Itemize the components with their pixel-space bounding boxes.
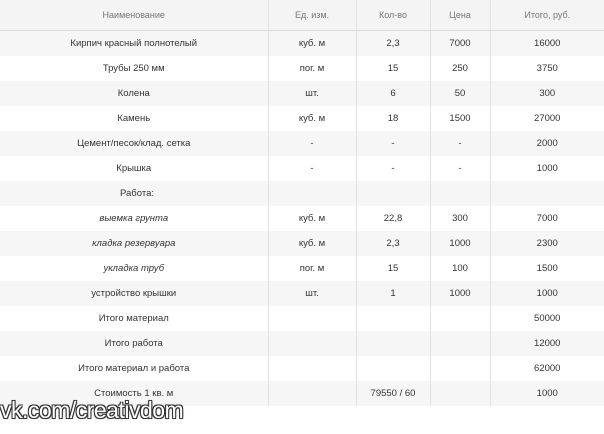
cell-name: кладка резервуара (0, 231, 269, 256)
cost-table: Наименование Ед. изм. Кол-во Цена Итого,… (0, 0, 604, 406)
cell-quantity: 2,3 (356, 30, 431, 56)
cell-total: 1000 (490, 381, 604, 406)
cell-price: 7000 (430, 30, 491, 56)
table-row: Трубы 250 мм пог. м 15 250 3750 (0, 56, 604, 81)
cell-price (430, 181, 491, 206)
cell-name: укладка труб (0, 256, 269, 281)
cell-name: Камень (0, 106, 269, 131)
cell-price: 1000 (430, 281, 491, 306)
cell-price (430, 306, 491, 331)
cell-price: 50 (430, 81, 491, 106)
page: Наименование Ед. изм. Кол-во Цена Итого,… (0, 0, 604, 434)
cell-name: Колена (0, 81, 269, 106)
table-body: Кирпич красный полнотелый куб. м 2,3 7000 16… (0, 30, 604, 406)
cell-total (490, 181, 604, 206)
header-total: Итого, руб. (490, 0, 604, 31)
header-row: Наименование Ед. изм. Кол-во Цена Итого,… (0, 0, 604, 31)
table-row: выемка грунта куб. м 22,8 300 7000 (0, 206, 604, 231)
cell-total: 62000 (490, 356, 604, 381)
cell-name: Цемент/песок/клад. сетка (0, 131, 269, 156)
cell-total: 12000 (490, 331, 604, 356)
cell-unit: пог. м (268, 256, 357, 281)
cell-unit: куб. м (268, 231, 357, 256)
cell-name: Трубы 250 мм (0, 56, 269, 81)
cell-quantity: 6 (356, 81, 431, 106)
table-row: кладка резервуара куб. м 2,3 1000 2300 (0, 231, 604, 256)
watermark: vk.com/creativdom (0, 397, 184, 423)
cell-price (430, 381, 491, 406)
cell-total: 1500 (490, 256, 604, 281)
table-row: Кирпич красный полнотелый куб. м 2,3 7000 16… (0, 30, 604, 56)
table-row: Итого работа 12000 (0, 331, 604, 356)
cell-quantity: 18 (356, 106, 431, 131)
cell-total: 27000 (490, 106, 604, 131)
cell-name: Итого материал (0, 306, 269, 331)
cell-price: - (430, 131, 491, 156)
cell-unit: шт. (268, 81, 357, 106)
cell-quantity (356, 356, 431, 381)
cell-total: 3750 (490, 56, 604, 81)
table-row: Итого материал и работа 62000 (0, 356, 604, 381)
cell-price (430, 356, 491, 381)
cell-price: - (430, 156, 491, 181)
cell-total: 1000 (490, 156, 604, 181)
table-row: Цемент/песок/клад. сетка - - -2000 (0, 131, 604, 156)
cell-name: Кирпич красный полнотелый (0, 30, 269, 56)
cell-total: 1000 (490, 281, 604, 306)
header-unit: Ед. изм. (268, 0, 357, 31)
cell-price: 1500 (430, 106, 491, 131)
cell-quantity (356, 331, 431, 356)
cell-unit: куб. м (268, 106, 357, 131)
header-quantity: Кол-во (356, 0, 431, 31)
cell-price: 300 (430, 206, 491, 231)
cell-quantity: 2,3 (356, 231, 431, 256)
cell-total: 2300 (490, 231, 604, 256)
cell-total: 50000 (490, 306, 604, 331)
table-row: Работа: (0, 181, 604, 206)
cell-unit: - (268, 156, 357, 181)
cell-total: 300 (490, 81, 604, 106)
cell-unit (268, 381, 357, 406)
cell-unit: куб. м (268, 30, 357, 56)
cell-quantity: 1 (356, 281, 431, 306)
cell-total: 7000 (490, 206, 604, 231)
table-row: укладка труб пог. м 15 100 1500 (0, 256, 604, 281)
cell-total: 16000 (490, 30, 604, 56)
cell-unit: куб. м (268, 206, 357, 231)
cell-unit (268, 181, 357, 206)
cell-quantity: - (356, 156, 431, 181)
cell-unit (268, 331, 357, 356)
cell-quantity: 22,8 (356, 206, 431, 231)
cell-total: 2000 (490, 131, 604, 156)
cell-quantity (356, 181, 431, 206)
header-price: Цена (430, 0, 491, 31)
table-row: Камень куб. м 18 1500 27000 (0, 106, 604, 131)
cell-price (430, 331, 491, 356)
cell-name: Крышка (0, 156, 269, 181)
cell-unit (268, 306, 357, 331)
table-row: устройство крышки шт. 1 1000 1000 (0, 281, 604, 306)
cell-name: Итого работа (0, 331, 269, 356)
cell-price: 1000 (430, 231, 491, 256)
cell-name: Итого материал и работа (0, 356, 269, 381)
cell-quantity: - (356, 131, 431, 156)
cell-unit: шт. (268, 281, 357, 306)
cell-name: выемка грунта (0, 206, 269, 231)
table-header: Наименование Ед. изм. Кол-во Цена Итого,… (0, 0, 604, 31)
cell-quantity (356, 306, 431, 331)
header-name: Наименование (0, 0, 269, 31)
cell-price: 100 (430, 256, 491, 281)
cell-price: 250 (430, 56, 491, 81)
cell-unit: пог. м (268, 56, 357, 81)
table-row: Крышка - - -1000 (0, 156, 604, 181)
cell-name: устройство крышки (0, 281, 269, 306)
cell-quantity: 15 (356, 56, 431, 81)
cell-quantity: 79550 / 60 (356, 381, 431, 406)
cell-quantity: 15 (356, 256, 431, 281)
table-row: Колена шт. 6 50 300 (0, 81, 604, 106)
cell-unit: - (268, 131, 357, 156)
table-row: Итого материал 50000 (0, 306, 604, 331)
cell-unit (268, 356, 357, 381)
cell-name: Работа: (0, 181, 269, 206)
